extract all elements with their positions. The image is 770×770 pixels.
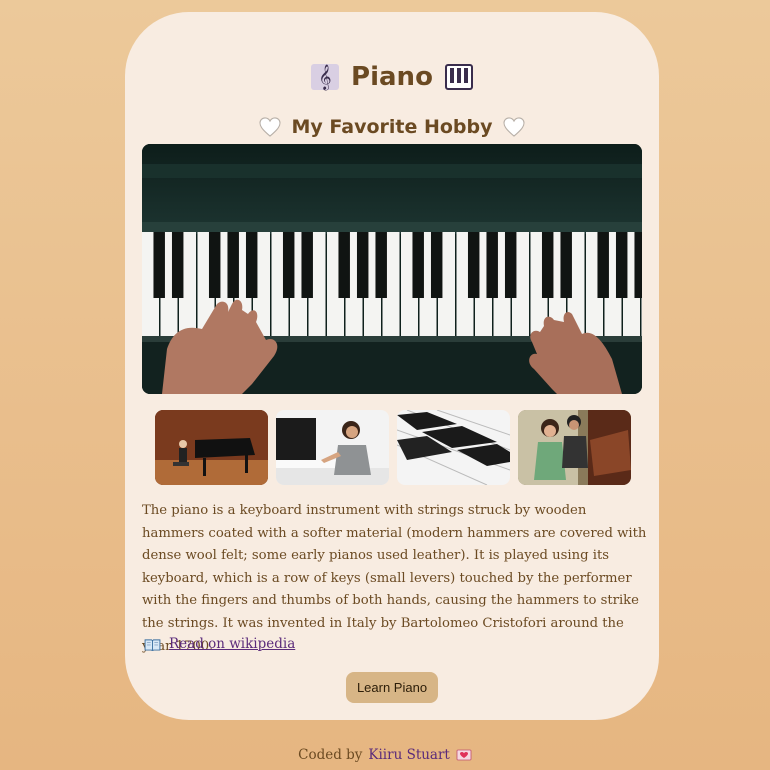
footer-prefix: Coded by [298, 747, 363, 763]
black-key [560, 232, 572, 298]
black-key [356, 232, 369, 298]
author-link[interactable]: Kiiru Stuart [368, 747, 449, 763]
black-key [412, 232, 424, 298]
black-key [282, 232, 295, 298]
hero-piano-image [142, 144, 642, 394]
black-key [338, 232, 350, 298]
black-key [245, 232, 258, 298]
black-key [153, 232, 165, 298]
musical-score-icon: 𝄞 [311, 64, 340, 90]
people-at-piano-thumbnail[interactable] [518, 410, 631, 485]
subtitle-text: My Favorite Hobby [291, 116, 493, 138]
black-key [541, 232, 554, 298]
piano-keys-closeup-thumbnail[interactable] [397, 410, 510, 485]
black-key [208, 232, 221, 298]
thumbnail-gallery [155, 410, 631, 485]
grand-piano-stage-thumbnail[interactable] [155, 410, 268, 485]
wikipedia-link[interactable]: Read on wikipedia [144, 636, 295, 652]
black-key [171, 232, 184, 298]
black-key [504, 232, 517, 298]
black-key [301, 232, 313, 298]
black-key [597, 232, 609, 298]
main-card: 𝄞 Piano My Favorite Hobby The piano is a… [125, 12, 659, 720]
title-text: Piano [351, 62, 433, 92]
piano-keys-icon [444, 64, 473, 90]
heart-letter-icon [456, 749, 472, 761]
learn-piano-button[interactable]: Learn Piano [346, 672, 438, 703]
black-key [634, 232, 642, 298]
black-key [486, 232, 498, 298]
open-book-icon [144, 638, 161, 651]
white-heart-icon [259, 117, 282, 137]
black-key [467, 232, 480, 298]
white-heart-icon [502, 117, 525, 137]
description-text: The piano is a keyboard instrument with … [142, 503, 647, 654]
black-key [615, 232, 628, 298]
black-key [375, 232, 387, 298]
subtitle: My Favorite Hobby [125, 116, 659, 138]
page-title: 𝄞 Piano [125, 62, 659, 92]
black-key [227, 232, 239, 298]
black-key [430, 232, 443, 298]
girl-playing-piano-thumbnail[interactable] [276, 410, 389, 485]
wikipedia-link-label: Read on wikipedia [169, 636, 296, 652]
footer: Coded by Kiiru Stuart [0, 747, 770, 763]
